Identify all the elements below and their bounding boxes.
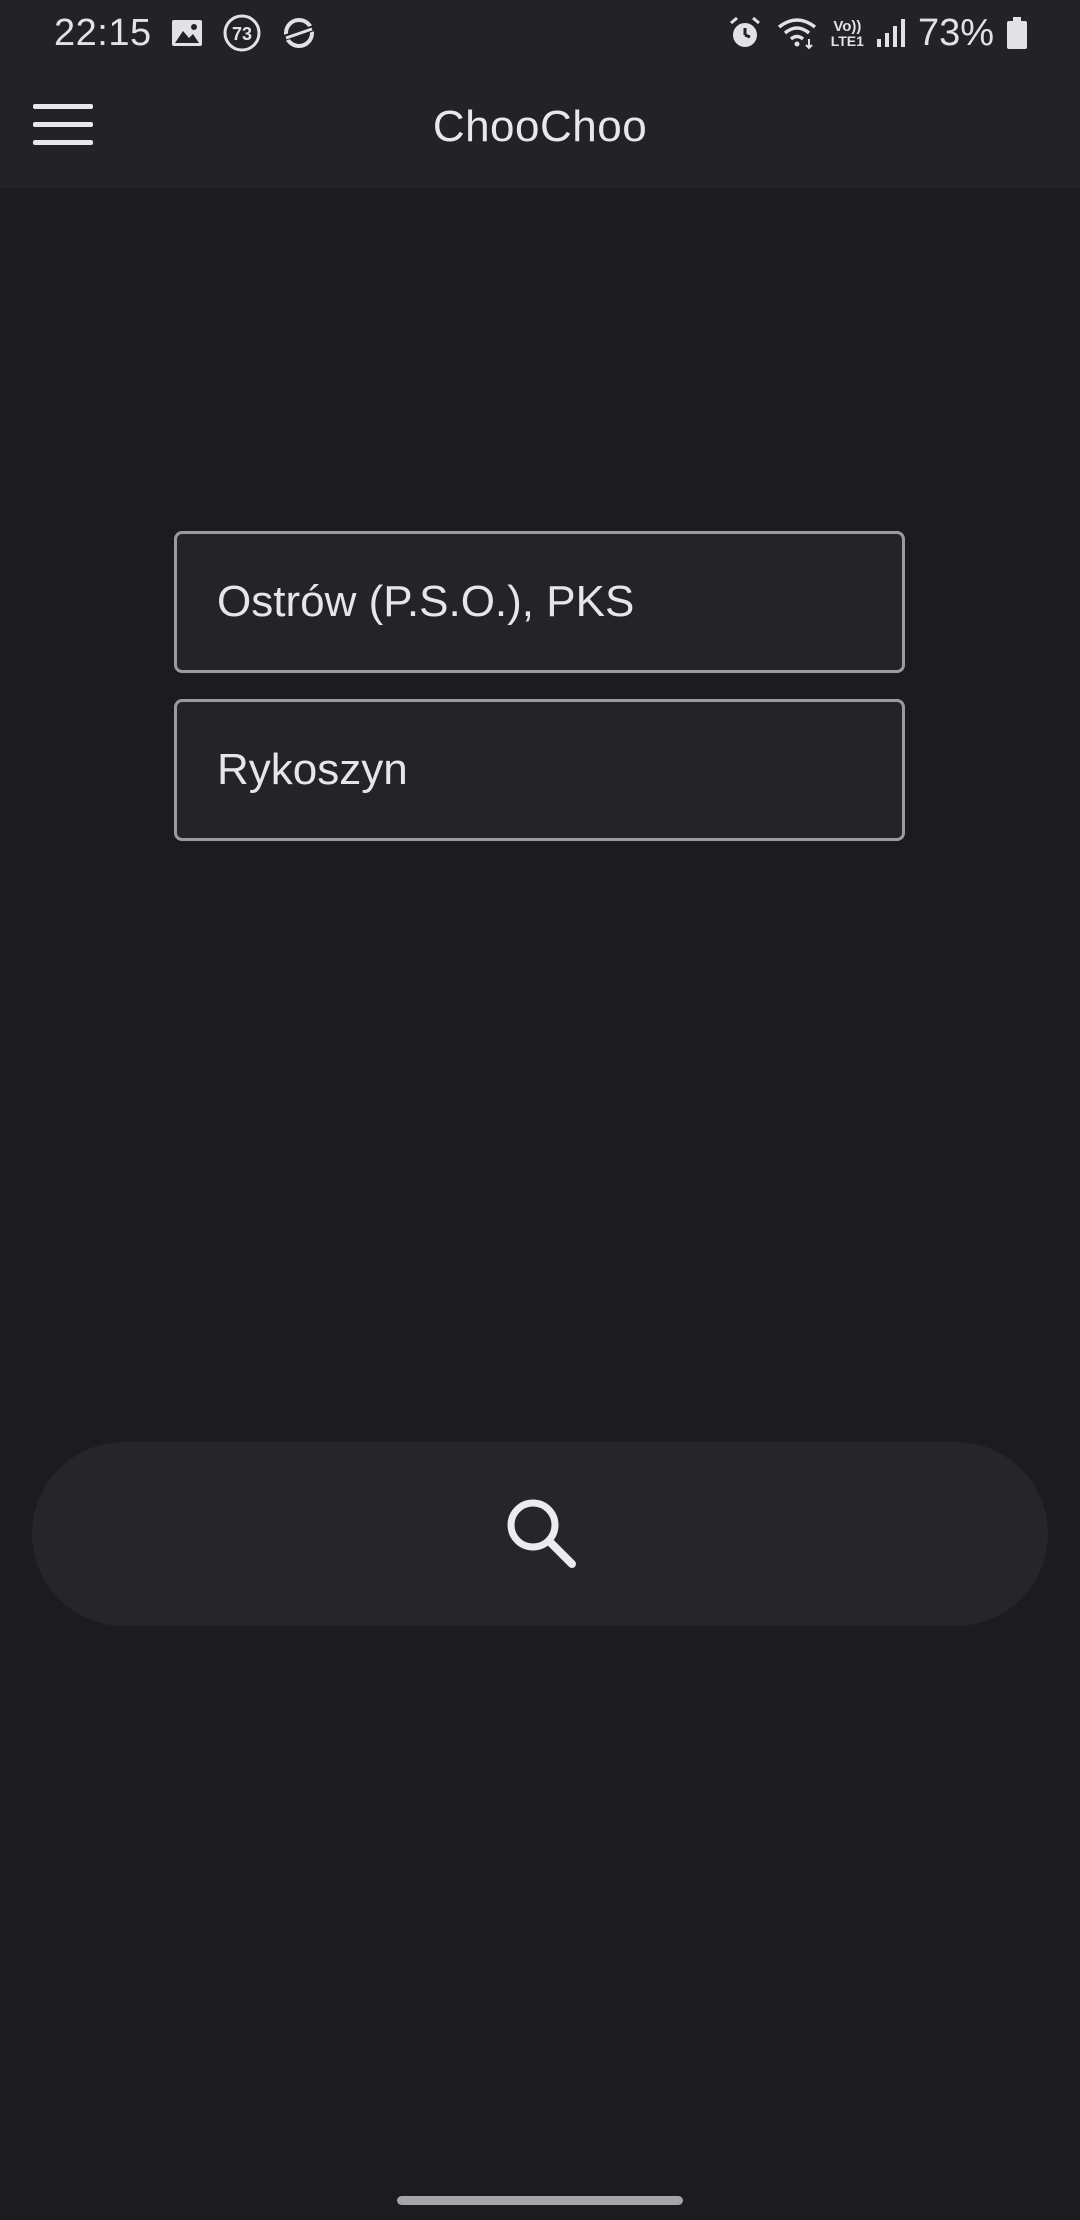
battery-icon bbox=[1006, 16, 1028, 50]
battery-percent: 73% bbox=[917, 11, 994, 54]
notification-count-icon: 73 bbox=[222, 13, 262, 53]
to-station-value: Rykoszyn bbox=[217, 745, 408, 794]
notification-count-text: 73 bbox=[232, 24, 252, 44]
sync-icon bbox=[280, 14, 318, 52]
volte-bottom-text: LTE1 bbox=[830, 32, 864, 49]
app-bar: ChooChoo bbox=[0, 66, 1080, 188]
status-bar-right: Vo)) LTE1 73% bbox=[727, 8, 1028, 58]
gallery-icon bbox=[170, 16, 204, 50]
to-station-field[interactable]: Rykoszyn bbox=[174, 699, 905, 841]
from-station-field[interactable]: Ostrów (P.S.O.), PKS bbox=[174, 531, 905, 673]
alarm-icon bbox=[727, 15, 763, 51]
from-station-value: Ostrów (P.S.O.), PKS bbox=[217, 577, 635, 626]
gesture-navigation-bar[interactable] bbox=[397, 2196, 683, 2205]
wifi-icon bbox=[775, 15, 819, 51]
search-icon bbox=[500, 1492, 580, 1577]
status-bar-left: 22:15 73 bbox=[54, 8, 318, 58]
search-button[interactable] bbox=[32, 1442, 1048, 1626]
app-title: ChooChoo bbox=[432, 102, 648, 151]
volte-top-text: Vo)) bbox=[833, 17, 862, 35]
volte-icon: Vo)) LTE1 bbox=[831, 19, 864, 48]
status-bar: 22:15 73 Vo)) LTE1 73% bbox=[0, 0, 1080, 66]
signal-icon bbox=[876, 17, 906, 49]
status-time: 22:15 bbox=[54, 11, 152, 54]
